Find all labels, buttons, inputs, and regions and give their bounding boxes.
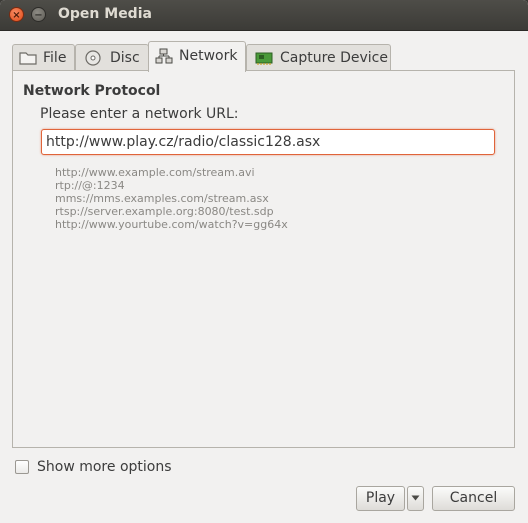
play-dropdown-button[interactable]: [407, 486, 424, 511]
minimize-window-button[interactable]: −: [31, 7, 46, 22]
url-field[interactable]: [41, 129, 495, 155]
tab-disc[interactable]: Disc: [75, 44, 149, 71]
show-more-label: Show more options: [37, 459, 172, 475]
close-window-button[interactable]: ×: [9, 7, 24, 22]
url-examples: http://www.example.com/stream.avi rtp://…: [55, 166, 288, 231]
cancel-button-label: Cancel: [449, 490, 498, 506]
title-bar: × − Open Media: [0, 0, 528, 31]
tab-file[interactable]: File: [12, 44, 75, 71]
example-url: mms://mms.examples.com/stream.asx: [55, 192, 269, 205]
disc-icon: [84, 50, 102, 66]
folder-icon: [19, 50, 37, 66]
show-more-checkbox[interactable]: [15, 460, 29, 474]
example-url: http://www.example.com/stream.avi: [55, 166, 255, 179]
section-title: Network Protocol: [23, 83, 161, 99]
capture-card-icon: [255, 50, 273, 66]
tab-network[interactable]: Network: [148, 41, 246, 72]
url-prompt: Please enter a network URL:: [40, 106, 239, 122]
network-icon: [155, 48, 173, 64]
tab-file-label: File: [43, 50, 67, 66]
tab-disc-label: Disc: [110, 50, 140, 66]
chevron-down-icon: [411, 490, 420, 506]
window-title: Open Media: [58, 6, 152, 22]
example-url: http://www.yourtube.com/watch?v=gg64x: [55, 218, 288, 231]
url-input[interactable]: [46, 131, 486, 153]
network-panel: Network Protocol Please enter a network …: [12, 70, 515, 448]
play-button[interactable]: Play: [356, 486, 405, 511]
tab-capture-device-label: Capture Device: [280, 50, 388, 66]
open-media-dialog: × − Open Media File Disc Network Capture…: [0, 0, 528, 523]
example-url: rtp://@:1234: [55, 179, 125, 192]
play-button-label: Play: [365, 490, 396, 506]
cancel-button[interactable]: Cancel: [432, 486, 515, 511]
example-url: rtsp://server.example.org:8080/test.sdp: [55, 205, 274, 218]
tab-network-label: Network: [179, 48, 238, 64]
tab-capture-device[interactable]: Capture Device: [246, 44, 391, 71]
